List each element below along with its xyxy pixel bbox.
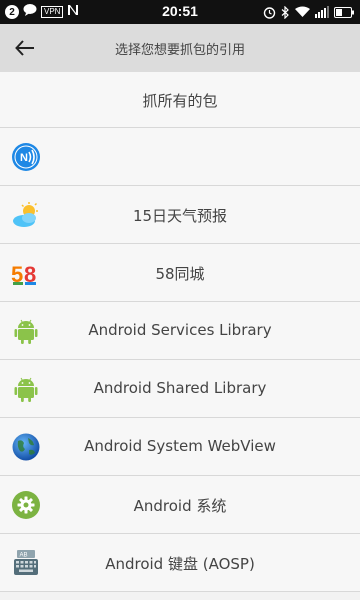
capture-all-label: 抓所有的包	[142, 92, 218, 110]
capture-all-row[interactable]: 抓所有的包	[0, 72, 360, 128]
list-item[interactable]: N	[0, 128, 360, 186]
list-item[interactable]: Android Shared Library	[0, 360, 360, 418]
wifi-icon	[295, 6, 310, 18]
app-header: 选择您想要抓包的引用	[0, 24, 360, 72]
list-item[interactable]: 15日天气预报	[0, 186, 360, 244]
list-item[interactable]: Android System WebView	[0, 418, 360, 476]
alarm-icon	[263, 6, 276, 19]
list-item-label: Android Services Library	[88, 321, 272, 339]
list-item[interactable]: Android Services Library	[0, 302, 360, 360]
app-list: 抓所有的包 N 15日天气预报 58 58同城 Android Services…	[0, 72, 360, 592]
bluetooth-icon	[281, 5, 290, 19]
svg-text:N: N	[20, 152, 28, 164]
status-bar: 2 VPN 20:51	[0, 0, 360, 24]
list-item[interactable]: 58 58同城	[0, 244, 360, 302]
list-item-label: Android Shared Library	[93, 379, 267, 397]
list-item-label: Android 键盘 (AOSP)	[105, 555, 255, 573]
list-item[interactable]: AB Android 键盘 (AOSP)	[0, 534, 360, 592]
nfc-app-icon: N	[11, 142, 41, 172]
signal-icon	[315, 6, 329, 18]
list-item-label: 15日天气预报	[132, 207, 228, 225]
list-item-label: 58同城	[155, 265, 205, 283]
page-title: 选择您想要抓包的引用	[114, 43, 245, 58]
list-item[interactable]: Android 系统	[0, 476, 360, 534]
status-right	[263, 4, 354, 20]
list-item-label: Android System WebView	[84, 437, 276, 455]
list-item-label: Android 系统	[133, 497, 227, 515]
battery-icon	[334, 6, 354, 18]
